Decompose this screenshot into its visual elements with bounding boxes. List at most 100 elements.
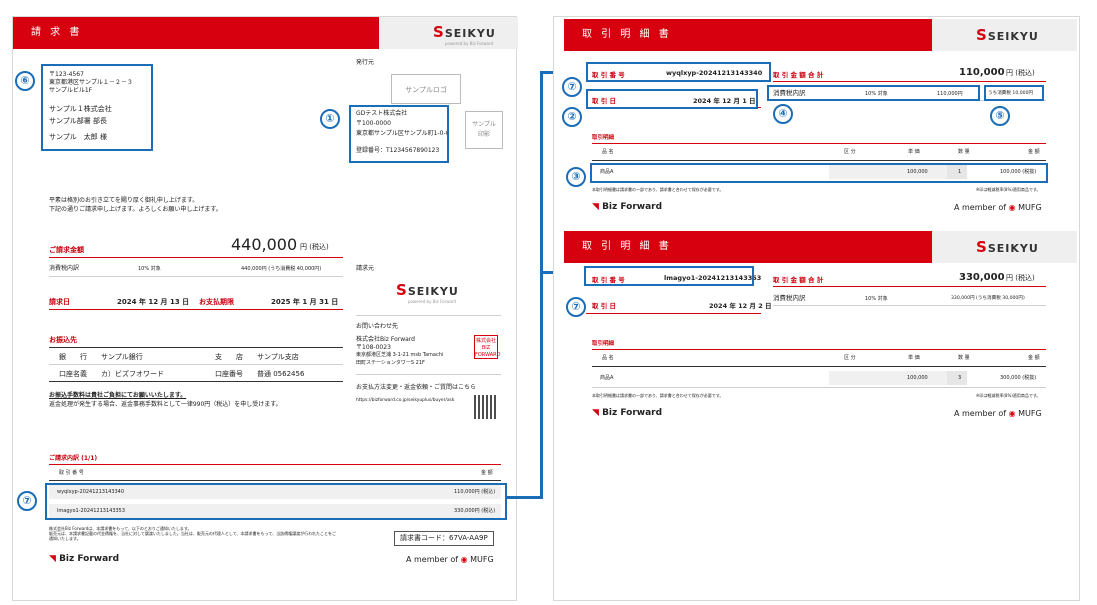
bank-label: 銀 行 <box>59 353 87 361</box>
statement2-seikyu-logo: SSEIKYU <box>976 238 1039 256</box>
due-date: 2025 年 1 月 31 日 <box>271 298 339 306</box>
payment-change-label: お支払方法変更・返金依頼・ご質問はこちら <box>356 384 477 391</box>
statement2-col-item: 品 名 <box>602 355 614 361</box>
qr-code-icon[interactable] <box>474 395 498 419</box>
connector-v <box>540 71 543 499</box>
statement1-total-unit: 円 (税込) <box>1006 69 1035 77</box>
annotation-7-box <box>45 483 507 520</box>
statement2-item-amount: 300,000 (税抜) <box>1000 375 1037 381</box>
payment-url[interactable]: https://bizforward.co.jp/seikyuplus/buye… <box>356 398 454 404</box>
holder-label: 口座名義 <box>59 370 87 378</box>
transfer-top-rule <box>49 347 343 348</box>
statement2-total: 330,000 <box>959 272 1005 283</box>
details-label: ご請求内訳 (1/1) <box>49 455 98 462</box>
statement2-col-category: 区 分 <box>844 355 856 361</box>
statement2-tax-combined: 330,000円 (うち消費税 30,000円) <box>951 296 1025 301</box>
fee-note-bold: お振込手数料は貴社ご負担にてお願いいたします。 <box>49 392 187 399</box>
statement1-col-amount: 金 額 <box>1028 149 1040 155</box>
details-head-rule <box>49 480 501 481</box>
annotation-7a-box <box>586 62 771 82</box>
statement2-item-unit-price: 100,000 <box>907 375 928 381</box>
annotation-6-badge: ⑥ <box>15 71 35 91</box>
annotation-7b-badge: ⑦ <box>566 297 586 317</box>
biller-rule <box>356 315 501 316</box>
tax-breakdown-label: 消費税内訳 <box>49 265 80 272</box>
contact-building: 田町ステーションタワーS 21F <box>356 360 425 366</box>
statement1-header: 取 引 明 細 書 <box>564 19 932 51</box>
statement2-note-right: ※印は軽減税率(8%)適用商品です。 <box>976 393 1041 398</box>
statement1-col-item: 品 名 <box>602 149 614 155</box>
statement2-col-amount: 金 額 <box>1028 355 1040 361</box>
statement2-col-qty: 数 量 <box>958 355 970 361</box>
statement2-total-rule <box>773 286 1046 287</box>
branch-label: 支 店 <box>215 353 243 361</box>
annotation-7a-badge: ⑦ <box>562 77 582 97</box>
statement2-tax-rate: 10% 対象 <box>865 296 888 302</box>
sample-logo-box: サンプルロゴ <box>391 74 461 104</box>
due-date-label: お支払期限 <box>199 298 234 306</box>
holder-name: カ）ビズフオワード <box>101 370 164 378</box>
footer-note2: 販売元は、本請求書記載の代金債権を、当社に対して譲渡いたしました。当社は、販売元… <box>49 531 336 536</box>
branch-name: サンプル支店 <box>257 353 299 361</box>
statement1-bizforward-logo: ◥ Biz Forward <box>592 202 663 212</box>
biller-label: 請求元 <box>356 265 375 272</box>
bank-name: サンプル銀行 <box>101 353 143 361</box>
company-seal: 株式会社BIZ FORWARD <box>474 335 501 359</box>
biller-logo: SSEIKYU powered by Biz Forward <box>396 281 459 304</box>
statement2-details-rule <box>592 349 1046 350</box>
statement1-total-label: 取 引 金 額 合 計 <box>773 71 824 79</box>
connector-h1 <box>506 496 542 499</box>
tax-rate-label: 10% 対象 <box>138 266 161 272</box>
statement2-title: 取 引 明 細 書 <box>582 241 672 252</box>
statement1-seikyu-logo: SSEIKYU <box>976 26 1039 44</box>
statement1-col-qty: 数 量 <box>958 149 970 155</box>
annotation-3-badge: ③ <box>566 167 586 187</box>
col-txn-no: 取 引 番 号 <box>59 470 84 476</box>
statement2-bizforward-logo: ◥ Biz Forward <box>592 408 663 418</box>
annotation-5-box <box>984 85 1044 101</box>
statement1-head-rule <box>592 160 1046 161</box>
statement2-col-unit-price: 単 価 <box>908 355 920 361</box>
invoice-page: 請 求 書 SSEIKYU powered by Biz Forward 〒123… <box>12 16 518 601</box>
contact-address: 東京都港区芝浦 3-1-21 msb Tamachi <box>356 352 444 358</box>
greeting-line1: 平素は格別のお引き立てを賜り厚く御礼申し上げます。 <box>49 197 199 204</box>
billing-date-label: 請求日 <box>49 298 70 306</box>
account-label: 口座番号 <box>215 370 243 378</box>
statement2-row-shade <box>947 371 967 385</box>
issuer-label: 発行元 <box>356 59 375 66</box>
annotation-1-box <box>349 105 449 163</box>
statement1-col-category: 区 分 <box>844 149 856 155</box>
statement1-details-label: 取引明細 <box>592 135 615 141</box>
billing-date: 2024 年 12 月 13 日 <box>117 298 190 306</box>
footer-note3: 通知いたします。 <box>49 536 81 541</box>
statement2-txn-date: 2024 年 12 月 2 日 <box>709 302 772 310</box>
annotation-2-box <box>586 89 758 109</box>
tax-rule <box>49 276 343 277</box>
sample-seal-box: サンプル 印影 <box>465 111 503 149</box>
annotation-4-box <box>767 85 980 101</box>
statement2-left-rule <box>586 313 761 314</box>
annotation-1-badge: ① <box>320 109 340 129</box>
statement1-mufg-logo: A member of ◉ MUFG <box>954 203 1042 212</box>
transfer-bottom-rule <box>49 381 343 382</box>
annotation-7-badge: ⑦ <box>17 491 37 511</box>
contact-company: 株式会社Biz Forward <box>356 336 415 343</box>
statement1-col-unit-price: 単 価 <box>908 149 920 155</box>
statement2-row-rule <box>592 387 1046 388</box>
statement2-item-name: 商品A <box>600 375 614 381</box>
statement1-note-left: 本取引明細書は請求書の一部であり、請求書と合わせて保存が必要です。 <box>592 187 724 192</box>
statement2-tax-rule <box>773 305 1046 306</box>
billing-amount: 440,000 <box>231 235 298 254</box>
statement1-note-right: ※印は軽減税率(8%)適用商品です。 <box>976 187 1041 192</box>
annotation-2-badge: ② <box>562 107 582 127</box>
billing-amount-label: ご請求金額 <box>49 246 84 254</box>
annotation-4-badge: ④ <box>773 104 793 124</box>
transfer-label: お振込先 <box>49 336 77 344</box>
statement2-note-left: 本取引明細書は請求書の一部であり、請求書と合わせて保存が必要です。 <box>592 393 724 398</box>
statement1-details-rule <box>592 143 1046 144</box>
invoice-title: 請 求 書 <box>31 27 83 38</box>
statement1-title: 取 引 明 細 書 <box>582 29 672 40</box>
annotation-3-box <box>590 163 1048 183</box>
statement2-details-label: 取引明細 <box>592 341 615 347</box>
statement2-total-unit: 円 (税込) <box>1006 274 1035 282</box>
